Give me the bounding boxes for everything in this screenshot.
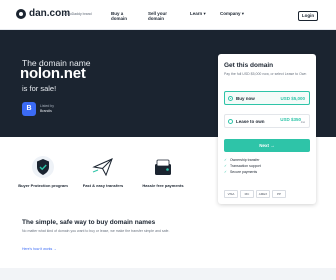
next-button[interactable]: Next → xyxy=(224,139,310,152)
login-button[interactable]: Login xyxy=(298,11,318,21)
domain-name-heading: nolon.net xyxy=(20,65,86,82)
purchase-card: Get this domain Pay the full USD $5,000 … xyxy=(218,54,316,204)
section-description: No matter what kind of domain you want t… xyxy=(22,229,170,233)
card-title: Get this domain xyxy=(224,62,274,69)
option-label: Buy now xyxy=(236,96,255,101)
feature-hassle-free: Hassle free payments xyxy=(133,155,193,188)
perk-label: Ownership transfer xyxy=(229,158,260,162)
visa-icon: VISA xyxy=(224,190,238,198)
nav-sell-domain[interactable]: Sell your domain xyxy=(148,11,172,21)
shield-icon xyxy=(32,156,54,178)
amex-icon: AMEX xyxy=(256,190,270,198)
check-icon: ✓ xyxy=(224,164,227,168)
perk-item: ✓ Ownership transfer xyxy=(224,158,260,162)
feature-label: Hassle free payments xyxy=(142,183,184,188)
feature-fast-transfers: Fast & easy transfers xyxy=(73,155,133,188)
option-price: USD $350 xyxy=(280,117,301,122)
buy-now-option[interactable]: Buy now USD $5,000 xyxy=(224,91,310,105)
section-heading: The simple, safe way to buy domain names xyxy=(22,219,156,226)
check-icon: ✓ xyxy=(224,158,227,162)
payment-methods: VISA MC AMEX PP xyxy=(224,182,310,198)
mastercard-icon: MC xyxy=(240,190,254,198)
listed-by-label: Listed by xyxy=(40,104,55,108)
perk-label: Transaction support xyxy=(229,164,261,168)
radio-unselected-icon[interactable] xyxy=(228,119,233,124)
wallet-icon xyxy=(155,159,171,175)
nav-learn-dropdown[interactable]: Learn ▾ xyxy=(190,11,206,16)
option-price: USD $5,000 xyxy=(280,96,305,101)
card-subtitle: Pay the full USD $5,000 now, or select L… xyxy=(224,72,307,76)
radio-selected-icon[interactable] xyxy=(228,96,233,101)
paper-plane-icon xyxy=(92,158,113,177)
option-price-note: /mo xyxy=(300,121,305,124)
nav-company-dropdown[interactable]: Company ▾ xyxy=(220,11,244,16)
feature-label: Fast & easy transfers xyxy=(82,183,124,188)
dan-logo-icon[interactable] xyxy=(16,9,26,19)
seller-name[interactable]: Brandis xyxy=(40,109,52,113)
lease-to-own-option[interactable]: Lease to own USD $350 /mo xyxy=(224,114,310,128)
perk-label: Secure payments xyxy=(229,170,258,174)
for-sale-text: is for sale! xyxy=(22,84,57,93)
seller-avatar[interactable]: B xyxy=(22,102,36,116)
top-nav-bar: dan.com a GoDaddy brand Buy a domain Sel… xyxy=(0,0,336,30)
footer-strip xyxy=(0,268,336,280)
nav-buy-domain[interactable]: Buy a domain xyxy=(111,11,135,21)
partner-label: a GoDaddy brand xyxy=(64,12,92,16)
check-icon: ✓ xyxy=(224,170,227,174)
feature-label: Buyer Protection program xyxy=(18,183,68,188)
paypal-icon: PP xyxy=(272,190,286,198)
how-it-works-link[interactable]: Here's how it works → xyxy=(22,247,57,251)
perk-item: ✓ Secure payments xyxy=(224,170,257,174)
option-label: Lease to own xyxy=(236,119,265,124)
feature-buyer-protection: Buyer Protection program xyxy=(13,155,73,188)
perk-item: ✓ Transaction support xyxy=(224,164,261,168)
